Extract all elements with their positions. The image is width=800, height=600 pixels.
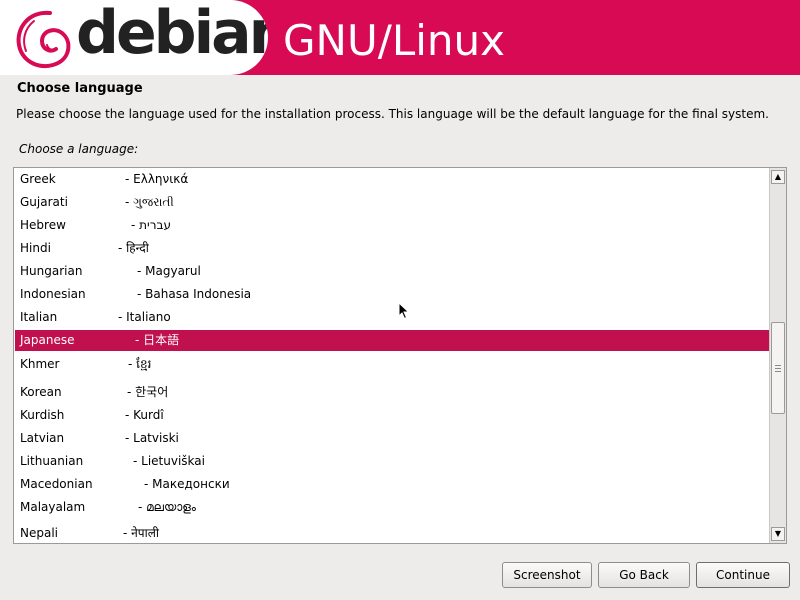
language-native-name: - Lietuviškai	[133, 454, 205, 468]
language-native-name: - Kurdî	[125, 408, 164, 422]
language-item-khmer[interactable]: Khmer - ខ្មែរ	[15, 354, 770, 375]
language-list-rows: Greek - Ελληνικά Gujarati - ગુજરાતી Hebrew - …	[14, 168, 770, 543]
language-item-hindi[interactable]: Hindi - हिन्दी	[15, 238, 770, 259]
continue-button[interactable]: Continue	[696, 562, 790, 588]
scroll-down-arrow-icon[interactable]: ▼	[771, 527, 785, 541]
language-item-hungarian[interactable]: Hungarian - Magyarul	[15, 261, 770, 282]
language-name: Kurdish	[20, 408, 65, 422]
language-item-gujarati[interactable]: Gujarati - ગુજરાતી	[15, 192, 770, 213]
language-native-name: - Македонски	[144, 477, 230, 491]
language-native-name: - עברית	[131, 218, 171, 232]
page-title: Choose language	[17, 81, 143, 96]
logo-panel: debian	[0, 0, 268, 75]
language-name: Japanese	[20, 333, 75, 347]
language-name: Greek	[20, 172, 56, 186]
language-name: Latvian	[20, 431, 65, 445]
language-name: Nepali	[20, 526, 58, 540]
language-name: Italian	[20, 310, 58, 324]
language-name: Gujarati	[20, 195, 68, 209]
list-prompt: Choose a language:	[19, 142, 139, 156]
header-banner: debian GNU/Linux	[0, 0, 800, 75]
language-item-macedonian[interactable]: Macedonian - Македонски	[15, 474, 770, 495]
language-name: Malayalam	[20, 500, 86, 514]
language-native-name: - Ελληνικά	[125, 172, 189, 186]
language-native-name: - 한국어	[127, 385, 169, 399]
scrollbar-grip	[775, 365, 781, 366]
language-native-name: - नेपाली	[123, 526, 159, 540]
scroll-up-arrow-icon[interactable]: ▲	[771, 170, 785, 184]
language-item-indonesian[interactable]: Indonesian - Bahasa Indonesia	[15, 284, 770, 305]
language-native-name: - 日本語	[135, 333, 180, 347]
language-name: Khmer	[20, 357, 60, 371]
language-native-name: - Italiano	[118, 310, 171, 324]
brand-wordmark: debian	[76, 0, 268, 68]
language-native-name: - ខ្មែរ	[128, 357, 152, 371]
language-native-name: - Latviski	[125, 431, 179, 445]
go-back-button[interactable]: Go Back	[598, 562, 690, 588]
language-native-name: - हिन्दी	[118, 241, 149, 255]
list-scrollbar[interactable]: ▲ ▼	[769, 168, 786, 543]
language-name: Hindi	[20, 241, 51, 255]
mouse-pointer-icon	[398, 302, 410, 320]
language-name: Macedonian	[20, 477, 93, 491]
language-item-malayalam[interactable]: Malayalam - മലയാളം	[15, 497, 770, 518]
language-native-name: - Bahasa Indonesia	[137, 287, 252, 301]
language-item-greek[interactable]: Greek - Ελληνικά	[15, 169, 770, 190]
scrollbar-grip	[775, 368, 781, 369]
language-item-nepali[interactable]: Nepali - नेपाली	[15, 523, 770, 543]
language-native-name: - മലയാളം	[138, 500, 196, 514]
language-item-hebrew[interactable]: Hebrew - עברית	[15, 215, 770, 236]
language-item-kurdish[interactable]: Kurdish - Kurdî	[15, 405, 770, 426]
language-item-italian[interactable]: Italian - Italiano	[15, 307, 770, 328]
language-item-japanese[interactable]: Japanese - 日本語	[15, 330, 770, 351]
language-list[interactable]: Greek - Ελληνικά Gujarati - ગુજરાતી Hebrew - …	[13, 167, 787, 544]
language-name: Hungarian	[20, 264, 83, 278]
language-native-name: - ગુજરાતી	[125, 195, 174, 209]
language-name: Indonesian	[20, 287, 86, 301]
language-item-latvian[interactable]: Latvian - Latviski	[15, 428, 770, 449]
language-name: Korean	[20, 385, 62, 399]
language-item-lithuanian[interactable]: Lithuanian - Lietuviškai	[15, 451, 770, 472]
language-name: Lithuanian	[20, 454, 84, 468]
language-item-korean[interactable]: Korean - 한국어	[15, 382, 770, 403]
debian-swirl-icon	[16, 10, 71, 69]
page-description: Please choose the language used for the …	[16, 107, 769, 121]
scrollbar-grip	[775, 371, 781, 372]
language-native-name: - Magyarul	[137, 264, 201, 278]
language-name: Hebrew	[20, 218, 66, 232]
screenshot-button[interactable]: Screenshot	[502, 562, 592, 588]
brand-tagline: GNU/Linux	[283, 16, 506, 65]
scrollbar-thumb[interactable]	[771, 322, 785, 414]
